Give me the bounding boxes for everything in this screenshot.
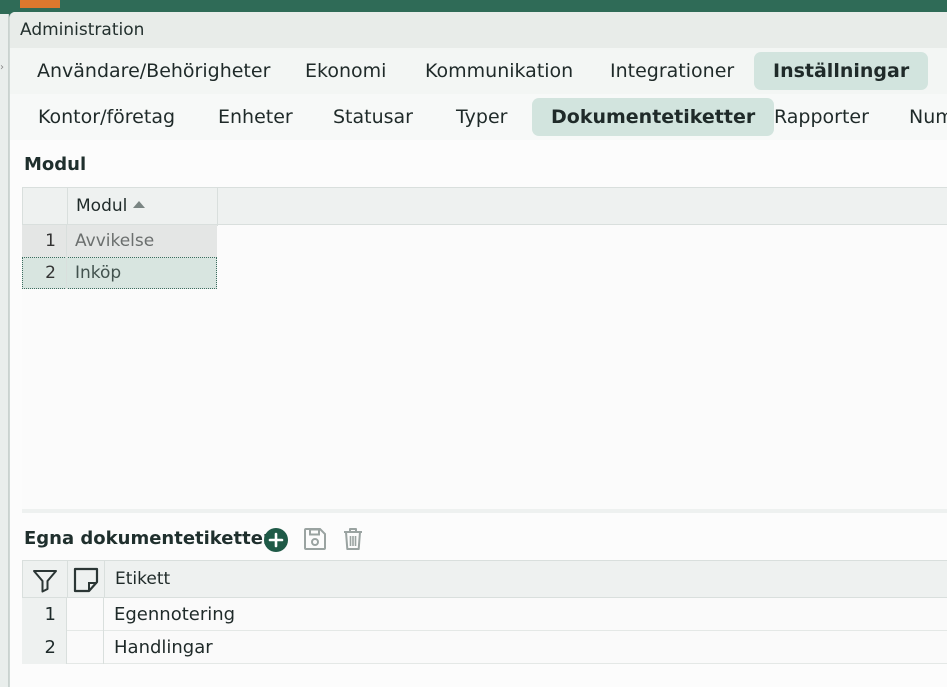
label-row[interactable]: 2 Handlingar [22,631,947,664]
note-cell [67,598,104,631]
note-icon[interactable] [68,561,105,599]
module-column-label: Modul [76,196,128,216]
tab-enheter[interactable]: Enheter [199,98,312,136]
sub-tab-bar: Kontor/företag Enheter Statusar Typer Do… [10,94,947,140]
module-column-header[interactable]: Modul [68,188,218,226]
module-grid: Modul 1 Avvikelse 2 Inköp [22,187,947,513]
module-section-title: Modul [24,154,87,175]
tab-statusar[interactable]: Statusar [314,98,432,136]
filter-icon[interactable] [23,561,68,599]
tab-rapporter[interactable]: Rapporter [755,98,888,136]
row-number-header [23,188,68,226]
module-row-selected[interactable]: 2 Inköp [22,257,217,289]
save-icon[interactable] [302,526,328,552]
tab-installningar[interactable]: Inställningar [754,52,929,90]
row-number: 2 [22,631,67,664]
collapse-arrow-icon[interactable]: › [0,62,8,76]
module-name: Inköp [75,263,122,283]
label-column-header[interactable]: Etikett [105,561,180,597]
labels-grid-header: Etikett [22,560,947,599]
label-name: Egennotering [114,604,236,625]
tab-integrationer[interactable]: Integrationer [591,52,753,90]
module-name: Avvikelse [75,231,155,251]
tab-num[interactable]: Num [890,98,947,136]
add-circle-icon[interactable] [263,527,289,553]
tab-anvandare-behorigheter[interactable]: Användare/Behörigheter [18,52,289,90]
tab-kommunikation[interactable]: Kommunikation [406,52,592,90]
labels-grid: Etikett 1 Egennotering 2 Handlingar [22,560,947,687]
label-row[interactable]: 1 Egennotering [22,598,947,631]
tab-dokumentetiketter[interactable]: Dokumentetiketter [532,98,775,136]
tab-ekonomi[interactable]: Ekonomi [286,52,405,90]
row-number: 1 [22,225,67,257]
module-row[interactable]: 1 Avvikelse [22,225,217,257]
labels-section-title: Egna dokumentetiketter [24,528,272,549]
background-app-logo [20,0,60,8]
row-number: 2 [22,257,67,289]
window-title: Administration [10,12,947,48]
tab-kontor-foretag[interactable]: Kontor/företag [19,98,194,136]
label-name: Handlingar [114,637,213,658]
note-cell [67,631,104,664]
trash-icon[interactable] [340,526,366,552]
main-tab-bar: Användare/Behörigheter Ekonomi Kommunika… [10,48,947,94]
background-app-sidebar [0,14,9,687]
tab-typer[interactable]: Typer [437,98,526,136]
row-number: 1 [22,598,67,631]
administration-window: Administration Användare/Behörigheter Ek… [9,12,947,687]
sort-ascending-icon [133,201,146,208]
module-grid-header: Modul [22,187,947,226]
